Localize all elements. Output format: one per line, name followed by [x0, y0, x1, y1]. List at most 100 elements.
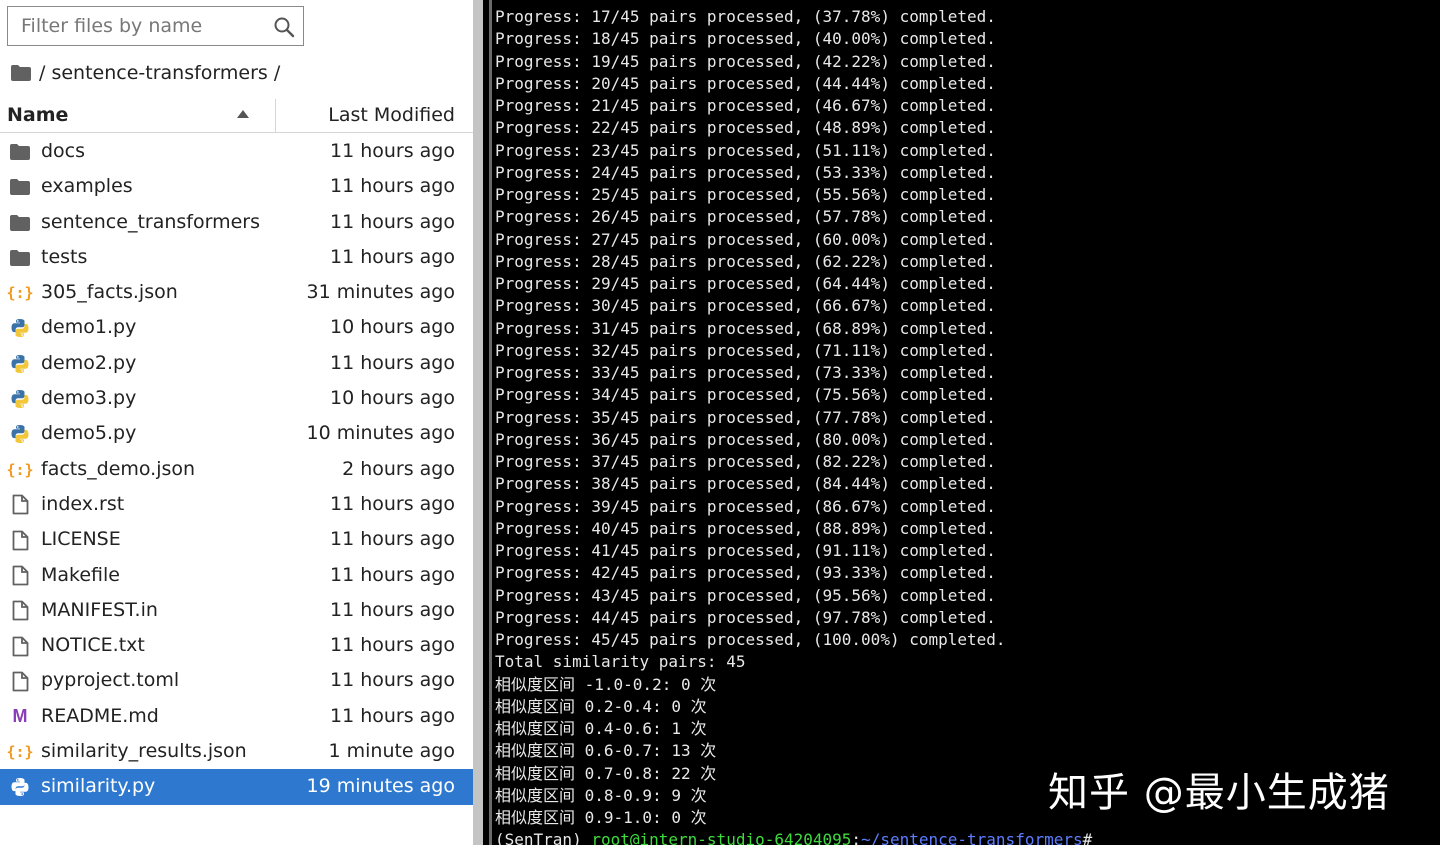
file-row[interactable]: {:} facts_demo.json 2 hours ago: [0, 452, 473, 487]
file-row[interactable]: {:} 305_facts.json 31 minutes ago: [0, 275, 473, 310]
file-row[interactable]: demo2.py 11 hours ago: [0, 346, 473, 381]
terminal-line: Progress: 21/45 pairs processed, (46.67%…: [495, 96, 996, 115]
file-name: pyproject.toml: [41, 669, 180, 692]
file-list-header: Name Last Modified: [0, 99, 473, 133]
file-row[interactable]: NOTICE.txt 11 hours ago: [0, 628, 473, 663]
folder-icon: [10, 248, 30, 268]
breadcrumb-path[interactable]: / sentence-transformers /: [39, 62, 280, 84]
terminal-line: Progress: 45/45 pairs processed, (100.00…: [495, 630, 1006, 649]
file-row[interactable]: MANIFEST.in 11 hours ago: [0, 593, 473, 628]
terminal-line: Progress: 39/45 pairs processed, (86.67%…: [495, 496, 996, 516]
folder-icon: [10, 177, 30, 197]
file-row[interactable]: demo3.py 10 hours ago: [0, 381, 473, 416]
file-name: similarity.py: [41, 775, 156, 798]
file-modified: 11 hours ago: [329, 634, 455, 657]
file-row[interactable]: examples 11 hours ago: [0, 169, 473, 204]
terminal-line: Total similarity pairs: 45: [495, 652, 746, 672]
terminal-line: 相似度区间 0.6-0.7: 13 次: [495, 741, 717, 761]
file-name: README.md: [41, 704, 159, 727]
file-row[interactable]: demo1.py 10 hours ago: [0, 310, 473, 345]
file-row[interactable]: {:} similarity_results.json 1 minute ago: [0, 734, 473, 769]
file-modified: 10 hours ago: [329, 316, 455, 339]
file-name: demo3.py: [41, 387, 137, 410]
file-row[interactable]: M README.md 11 hours ago: [0, 699, 473, 734]
terminal-line: Progress: 29/45 pairs processed, (64.44%…: [495, 274, 996, 293]
folder-icon: [10, 142, 30, 162]
prompt-user-host: root@intern-studio-64204095: [591, 830, 852, 845]
file-name: index.rst: [41, 492, 125, 515]
file-row[interactable]: sentence_transformers 11 hours ago: [0, 205, 473, 240]
file-row[interactable]: pyproject.toml 11 hours ago: [0, 663, 473, 698]
terminal-line: 相似度区间 0.7-0.8: 22 次: [495, 763, 717, 783]
file-list: docs 11 hours ago examples 11 hours ago sent…: [0, 134, 473, 805]
file-browser-panel: / sentence-transformers / Name Last Modi…: [0, 0, 473, 845]
panel-splitter[interactable]: [473, 0, 483, 845]
file-icon: [10, 495, 30, 515]
file-row[interactable]: index.rst 11 hours ago: [0, 487, 473, 522]
terminal-line: Progress: 42/45 pairs processed, (93.33%…: [495, 563, 996, 583]
file-icon: [10, 636, 30, 657]
terminal-line: Progress: 43/45 pairs processed, (95.56%…: [495, 585, 996, 605]
search-box: [7, 6, 304, 46]
prompt-colon: :: [851, 830, 862, 845]
terminal-panel[interactable]: Progress: 17/45 pairs processed, (37.78%…: [483, 0, 1440, 845]
search-input[interactable]: [8, 7, 270, 45]
file-modified: 11 hours ago: [329, 669, 455, 692]
file-modified: 10 minutes ago: [306, 422, 456, 445]
file-name: 305_facts.json: [41, 281, 178, 304]
markdown-icon: M: [12, 706, 28, 727]
python-icon: [10, 389, 30, 409]
file-row[interactable]: Makefile 11 hours ago: [0, 558, 473, 593]
file-name: LICENSE: [41, 528, 121, 551]
file-modified: 11 hours ago: [329, 492, 455, 515]
file-row[interactable]: similarity.py 19 minutes ago: [0, 769, 473, 805]
prompt-env: (SenTran): [495, 830, 592, 845]
file-row[interactable]: LICENSE 11 hours ago: [0, 522, 473, 557]
terminal-line: Progress: 34/45 pairs processed, (75.56%…: [495, 385, 996, 405]
file-name: similarity_results.json: [41, 740, 247, 763]
terminal-line: Progress: 20/45 pairs processed, (44.44%…: [495, 73, 996, 93]
terminal-output: Progress: 17/45 pairs processed, (37.78%…: [495, 6, 1092, 845]
file-modified: 10 hours ago: [329, 387, 455, 410]
terminal-line: Progress: 33/45 pairs processed, (73.33%…: [495, 363, 996, 382]
terminal-line: Progress: 35/45 pairs processed, (77.78%…: [495, 407, 996, 427]
terminal-line: 相似度区间 0.2-0.4: 0 次: [495, 696, 707, 716]
file-modified: 19 minutes ago: [306, 775, 456, 798]
python-icon: [10, 354, 30, 374]
prompt-symbol: #: [1082, 830, 1093, 845]
file-modified: 11 hours ago: [329, 210, 455, 233]
file-modified: 11 hours ago: [329, 351, 455, 374]
terminal-line: Progress: 41/45 pairs processed, (91.11%…: [495, 541, 996, 560]
file-icon: [10, 600, 30, 621]
search-icon[interactable]: [273, 16, 295, 38]
file-row[interactable]: demo5.py 10 minutes ago: [0, 416, 473, 451]
terminal-line: Progress: 18/45 pairs processed, (40.00%…: [495, 29, 996, 49]
terminal-line: 相似度区间 0.8-0.9: 9 次: [495, 785, 707, 805]
terminal-line: Progress: 32/45 pairs processed, (71.11%…: [495, 340, 996, 360]
file-row[interactable]: docs 11 hours ago: [0, 134, 473, 169]
file-name: demo1.py: [41, 316, 137, 339]
sort-ascending-icon[interactable]: [237, 110, 249, 118]
file-name: facts_demo.json: [41, 457, 196, 480]
file-modified: 11 hours ago: [329, 528, 455, 551]
file-icon: [10, 565, 30, 586]
json-icon: {:}: [6, 460, 34, 479]
terminal-line: Progress: 24/45 pairs processed, (53.33%…: [495, 162, 996, 182]
terminal-left-border: [489, 0, 492, 845]
file-modified: 11 hours ago: [329, 140, 455, 162]
terminal-line: 相似度区间 -1.0-0.2: 0 次: [495, 674, 717, 694]
terminal-line: Progress: 25/45 pairs processed, (55.56%…: [495, 185, 996, 204]
terminal-line: Progress: 38/45 pairs processed, (84.44%…: [495, 474, 996, 494]
terminal-line: Progress: 23/45 pairs processed, (51.11%…: [495, 140, 996, 160]
breadcrumb[interactable]: / sentence-transformers /: [11, 58, 280, 88]
file-name: MANIFEST.in: [41, 598, 158, 621]
terminal-line: Progress: 27/45 pairs processed, (60.00%…: [495, 229, 996, 249]
terminal-line: Progress: 28/45 pairs processed, (62.22%…: [495, 251, 996, 271]
file-row[interactable]: tests 11 hours ago: [0, 240, 473, 275]
column-header-modified-label: Last Modified: [328, 104, 455, 126]
file-modified: 11 hours ago: [329, 563, 455, 586]
terminal-line: 相似度区间 0.9-1.0: 0 次: [495, 808, 707, 827]
column-header-modified[interactable]: Last Modified: [277, 99, 455, 132]
column-header-name[interactable]: Name: [0, 99, 276, 132]
column-header-name-label: Name: [7, 104, 69, 126]
